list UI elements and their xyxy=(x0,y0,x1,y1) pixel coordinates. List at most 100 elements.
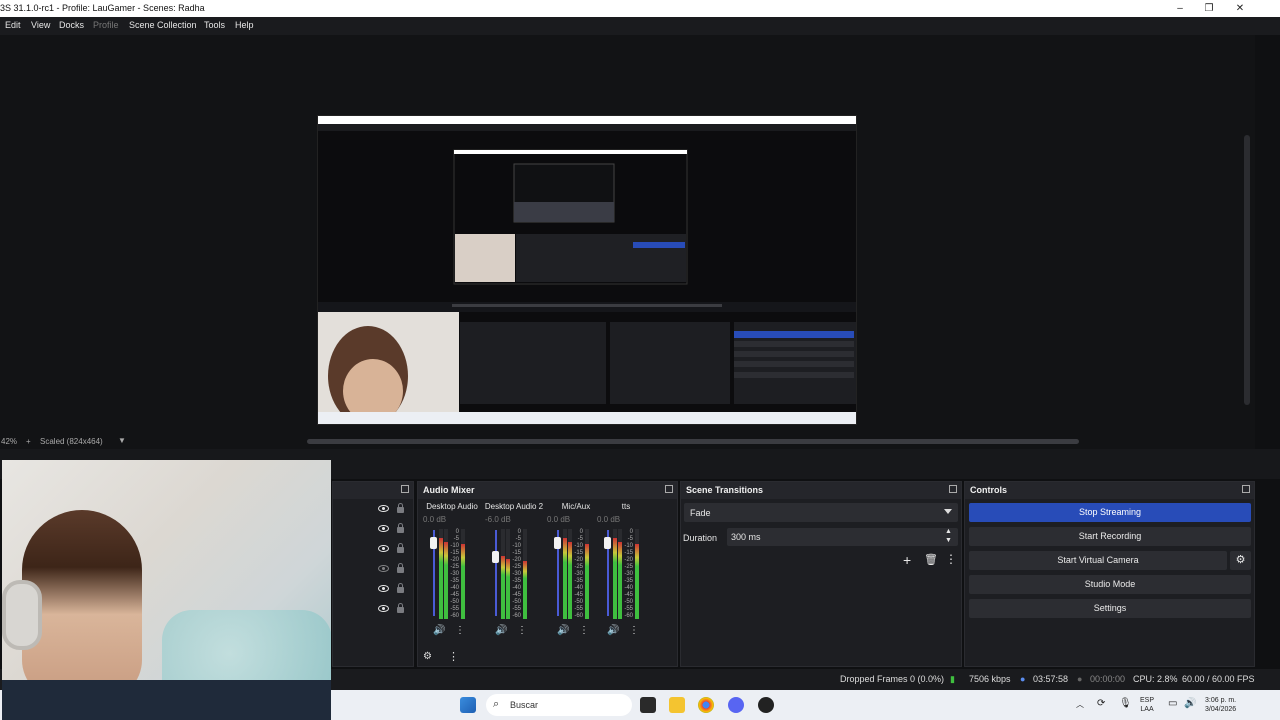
source-row[interactable] xyxy=(374,503,410,517)
recursive-preview-image xyxy=(318,116,856,424)
audio-mixer-title: Audio Mixer xyxy=(423,485,475,495)
lock-icon[interactable] xyxy=(397,603,404,613)
menu-view[interactable]: View xyxy=(31,20,50,30)
visibility-eye-icon[interactable] xyxy=(378,525,389,532)
clock[interactable]: 3:06 p. m. 3/04/2026 xyxy=(1205,696,1236,714)
float-dock-icon[interactable] xyxy=(1242,485,1250,493)
advanced-audio-gear-icon[interactable]: ⚙ xyxy=(423,651,432,662)
mixer-channel: tts 0.0 dB 0 -5 -10 -15 -20 -25 -30 -35 -40 -45 -50-… xyxy=(595,500,657,648)
fader-knob[interactable] xyxy=(604,537,611,549)
studio-mode-button[interactable]: Studio Mode xyxy=(969,575,1251,594)
source-row[interactable] xyxy=(374,543,410,557)
close-button[interactable]: ✕ xyxy=(1228,1,1252,16)
maximize-button[interactable]: ❐ xyxy=(1197,1,1221,16)
volume-fader[interactable] xyxy=(495,530,497,616)
channel-kebab-icon[interactable]: ⋮ xyxy=(517,626,527,636)
channel-kebab-icon[interactable]: ⋮ xyxy=(579,626,589,636)
level-meter xyxy=(568,529,572,619)
stop-streaming-button[interactable]: Stop Streaming xyxy=(969,503,1251,522)
trash-icon[interactable]: 🗑 xyxy=(924,553,938,566)
zoom-in-icon[interactable]: + xyxy=(26,437,31,446)
visibility-hidden-eye-icon[interactable] xyxy=(378,565,389,572)
virtual-camera-gear-icon[interactable]: ⚙ xyxy=(1230,551,1251,570)
speaker-icon[interactable]: 🔊 xyxy=(557,626,569,636)
level-meter-fill xyxy=(461,544,465,619)
network-icon[interactable]: ▭ xyxy=(1168,699,1177,709)
preview-area[interactable] xyxy=(0,35,1255,435)
level-meter xyxy=(506,529,510,619)
visibility-eye-icon[interactable] xyxy=(378,585,389,592)
visibility-eye-icon[interactable] xyxy=(378,545,389,552)
duration-input[interactable]: 300 ms ▲ ▼ xyxy=(727,528,958,546)
scale-tick: -20 xyxy=(574,557,583,563)
task-view-icon[interactable] xyxy=(640,697,656,713)
scale-tick: -50 xyxy=(624,599,633,605)
menu-scene-collection[interactable]: Scene Collection xyxy=(129,20,197,30)
fader-knob[interactable] xyxy=(492,551,499,563)
speaker-icon[interactable]: 🔊 xyxy=(607,626,619,636)
sync-icon[interactable]: ⟳ xyxy=(1097,699,1105,709)
start-virtual-camera-button[interactable]: Start Virtual Camera xyxy=(969,551,1227,570)
preview-canvas[interactable] xyxy=(317,115,857,425)
microphone-icon[interactable]: 🎙 xyxy=(1119,699,1132,709)
scale-tick: -55 xyxy=(574,606,583,612)
scale-mode[interactable]: Scaled (824x464) xyxy=(40,437,103,446)
transition-select[interactable]: Fade xyxy=(684,503,958,522)
speaker-icon[interactable]: 🔊 xyxy=(433,626,445,636)
stepper-down-icon[interactable]: ▼ xyxy=(945,537,952,544)
source-row[interactable] xyxy=(374,603,410,617)
preview-horizontal-scrollbar[interactable] xyxy=(307,439,1079,444)
mixer-menu-kebab-icon[interactable]: ⋮ xyxy=(448,650,459,663)
source-row[interactable] xyxy=(374,563,410,577)
stepper-up-icon[interactable]: ▲ xyxy=(945,528,952,535)
minimize-button[interactable]: – xyxy=(1168,1,1192,16)
add-transition-icon[interactable]: + xyxy=(903,552,911,568)
volume-icon[interactable]: 🔊 xyxy=(1184,699,1196,709)
source-row[interactable] xyxy=(374,583,410,597)
obs-icon[interactable] xyxy=(758,697,774,713)
tray-chevron-up-icon[interactable]: ︿ xyxy=(1076,700,1084,709)
scale-dropdown-icon[interactable]: ▼ xyxy=(118,436,126,445)
float-dock-icon[interactable] xyxy=(401,485,409,493)
channel-db: 0.0 dB xyxy=(423,515,447,524)
scene-transitions-title: Scene Transitions xyxy=(686,485,764,495)
float-dock-icon[interactable] xyxy=(665,485,673,493)
scale-tick: -20 xyxy=(450,557,459,563)
lock-icon[interactable] xyxy=(397,543,404,553)
chrome-icon[interactable] xyxy=(698,697,714,713)
visibility-eye-icon[interactable] xyxy=(378,505,389,512)
menu-tools[interactable]: Tools xyxy=(204,20,225,30)
start-recording-button[interactable]: Start Recording xyxy=(969,527,1251,546)
channel-name: tts xyxy=(621,502,631,511)
lang-bottom: LAA xyxy=(1140,706,1154,713)
lock-icon[interactable] xyxy=(397,523,404,533)
discord-icon[interactable] xyxy=(728,697,744,713)
menu-profile[interactable]: Profile xyxy=(93,20,119,30)
taskbar-search[interactable]: ⌕ Buscar xyxy=(486,694,632,716)
fader-knob[interactable] xyxy=(554,537,561,549)
lock-icon[interactable] xyxy=(397,583,404,593)
settings-button[interactable]: Settings xyxy=(969,599,1251,618)
windows-start-icon[interactable] xyxy=(460,697,476,713)
scale-tick: -20 xyxy=(624,557,633,563)
scale-tick: -35 xyxy=(512,578,521,584)
channel-kebab-icon[interactable]: ⋮ xyxy=(629,626,639,636)
fader-knob[interactable] xyxy=(430,537,437,549)
source-row[interactable] xyxy=(374,523,410,537)
menu-help[interactable]: Help xyxy=(235,20,254,30)
float-dock-icon[interactable] xyxy=(949,485,957,493)
menu-edit[interactable]: Edit xyxy=(5,20,21,30)
scale-tick: -20 xyxy=(512,557,521,563)
language-indicator[interactable]: ESP LAA xyxy=(1140,696,1154,714)
level-meter-fill xyxy=(613,538,617,619)
menu-docks[interactable]: Docks xyxy=(59,20,84,30)
lock-icon[interactable] xyxy=(397,563,404,573)
preview-vertical-scrollbar[interactable] xyxy=(1244,135,1250,405)
file-explorer-icon[interactable] xyxy=(669,697,685,713)
meter-scale: 0 -5 -10 -15 -20 -25 -30 -35 -40 -45 -50 -55 -60 xyxy=(623,529,633,620)
channel-kebab-icon[interactable]: ⋮ xyxy=(455,626,465,636)
speaker-icon[interactable]: 🔊 xyxy=(495,626,507,636)
visibility-eye-icon[interactable] xyxy=(378,605,389,612)
transition-menu-kebab-icon[interactable]: ⋮ xyxy=(945,552,957,566)
lock-icon[interactable] xyxy=(397,503,404,513)
